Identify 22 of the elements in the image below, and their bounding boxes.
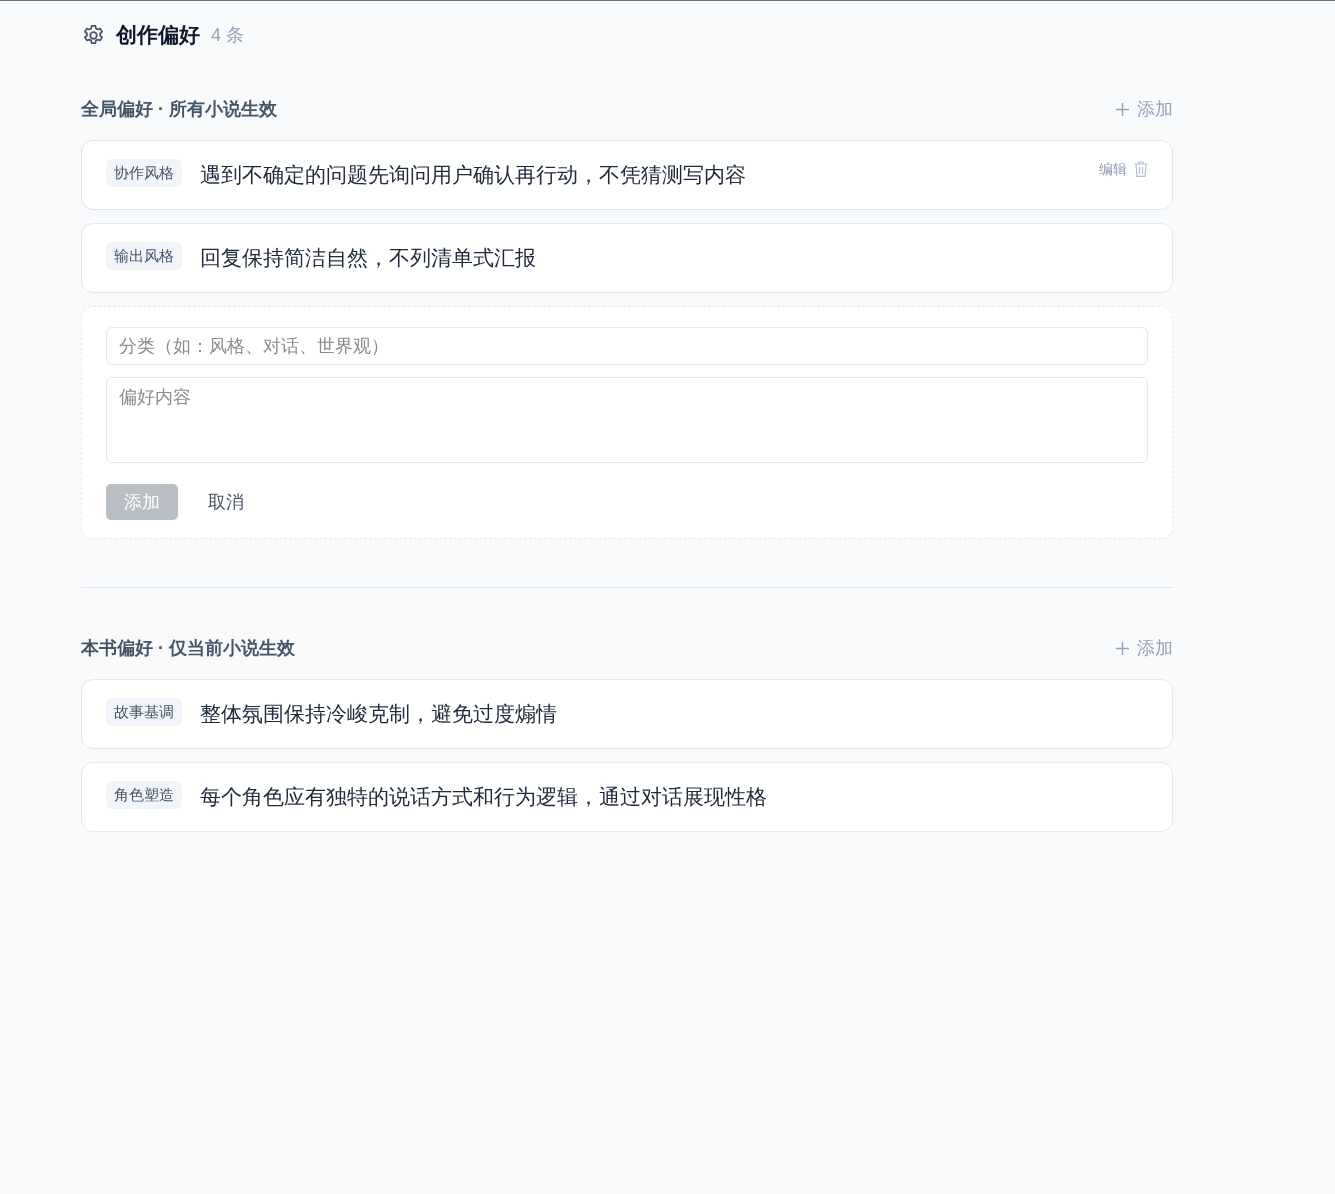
gear-icon <box>82 23 105 47</box>
trash-icon[interactable] <box>1134 161 1148 177</box>
item-count: 4 条 <box>211 24 244 47</box>
category-tag: 故事基调 <box>106 698 182 726</box>
preference-text: 整体氛围保持冷峻克制，避免过度煽情 <box>200 701 557 727</box>
content-input[interactable]: 偏好内容 <box>106 377 1148 463</box>
page-title: 创作偏好 <box>116 22 200 48</box>
add-button[interactable]: 添加 <box>1116 636 1173 660</box>
category-tag: 输出风格 <box>106 242 182 270</box>
add-button[interactable]: 添加 <box>1116 97 1173 121</box>
preference-text: 回复保持简洁自然，不列清单式汇报 <box>200 245 536 271</box>
category-tag: 角色塑造 <box>106 781 182 809</box>
edit-button[interactable]: 编辑 <box>1099 160 1127 178</box>
section-heading: 全局偏好 · 所有小说生效 <box>81 98 277 121</box>
plus-icon <box>1116 102 1129 116</box>
preference-text: 遇到不确定的问题先询问用户确认再行动，不凭猜测写内容 <box>200 162 746 188</box>
plus-icon <box>1116 641 1129 655</box>
category-input[interactable]: 分类（如：风格、对话、世界观） <box>106 327 1148 365</box>
category-tag: 协作风格 <box>106 159 182 187</box>
preference-text: 每个角色应有独特的说话方式和行为逻辑，通过对话展现性格 <box>200 784 767 810</box>
cancel-button[interactable]: 取消 <box>202 484 250 520</box>
section-heading: 本书偏好 · 仅当前小说生效 <box>81 637 295 660</box>
